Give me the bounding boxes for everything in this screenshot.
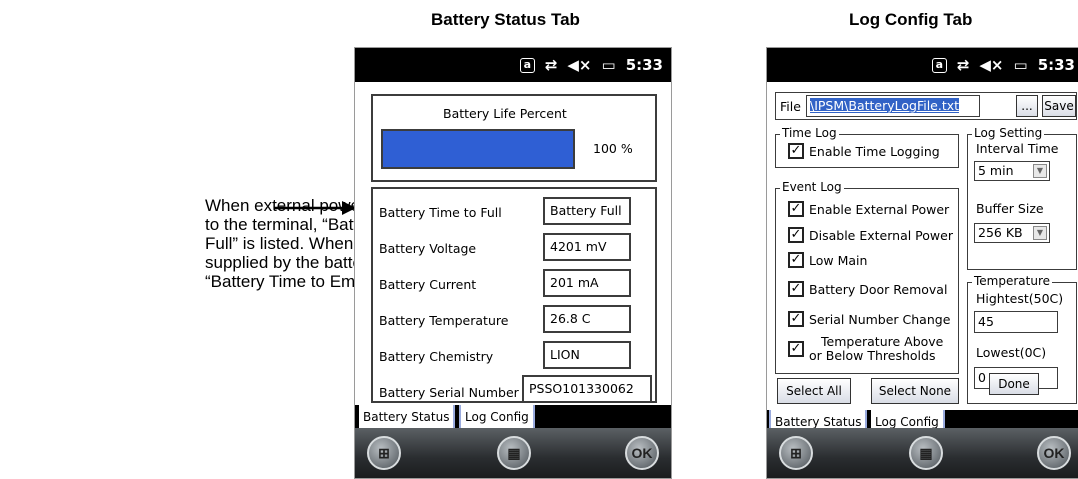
buffer-size-select[interactable]: 256 KB ▼ xyxy=(974,223,1050,243)
serial-number-change-checkbox[interactable]: ✓ Serial Number Change xyxy=(788,311,950,327)
battery-life-label: Battery Life Percent xyxy=(443,106,567,121)
interval-time-value: 5 min xyxy=(978,163,1014,178)
row-value: 201 mA xyxy=(543,269,631,297)
row-label: Battery Current xyxy=(379,277,477,292)
row-value: PSSO101330062 xyxy=(522,375,652,403)
arrow-icon xyxy=(274,201,356,215)
log-setting-group: Log Setting Interval Time 5 min ▼ Buffer… xyxy=(967,126,1077,270)
taskbar: ⊞ ▦ OK xyxy=(767,428,1078,478)
checkbox-label-line: Temperature Above xyxy=(821,334,944,349)
checkbox-label: Battery Door Removal xyxy=(809,281,948,297)
checkmark-icon: ✓ xyxy=(788,341,804,357)
buffer-size-value: 256 KB xyxy=(978,225,1023,240)
done-button[interactable]: Done xyxy=(989,373,1039,395)
low-main-checkbox[interactable]: ✓ Low Main xyxy=(788,252,867,268)
lowest-label: Lowest(0C) xyxy=(976,345,1047,360)
keyboard-icon[interactable]: ▦ xyxy=(909,436,943,470)
row-label: Battery Chemistry xyxy=(379,349,494,364)
highest-input[interactable]: 45 xyxy=(974,311,1058,333)
row-value: 26.8 C xyxy=(543,305,631,333)
battery-life-panel: Battery Life Percent 100 % xyxy=(371,94,657,182)
status-bar: a ⇄ ◀× ▭ 5:33 xyxy=(355,48,671,82)
temperature-title: Temperature xyxy=(972,274,1053,288)
battery-status-screen: a ⇄ ◀× ▭ 5:33 Battery Life Percent 100 %… xyxy=(354,47,672,479)
windows-start-icon[interactable]: ⊞ xyxy=(367,436,401,470)
select-all-button[interactable]: Select All xyxy=(777,378,851,404)
row-label: Battery Temperature xyxy=(379,313,509,328)
battery-icon: ▭ xyxy=(1013,56,1028,74)
checkbox-label: Serial Number Change xyxy=(809,311,951,327)
file-path-input[interactable]: \IPSM\BatteryLogFile.txt xyxy=(806,95,980,117)
row-label: Battery Time to Full xyxy=(379,205,502,220)
ok-button[interactable]: OK xyxy=(1037,436,1071,470)
interval-time-select[interactable]: 5 min ▼ xyxy=(974,161,1050,181)
checkbox-label: Temperature Above or Below Thresholds xyxy=(809,335,943,363)
battery-icon: ▭ xyxy=(601,56,616,74)
status-bar: a ⇄ ◀× ▭ 5:33 xyxy=(767,48,1078,82)
time-log-title: Time Log xyxy=(780,126,839,140)
sync-icon: ⇄ xyxy=(544,56,558,74)
mute-icon: ◀× xyxy=(979,56,1004,74)
checkmark-icon: ✓ xyxy=(788,252,804,268)
enable-external-power-checkbox[interactable]: ✓ Enable External Power xyxy=(788,201,949,217)
log-config-tab-heading: Log Config Tab xyxy=(849,10,973,29)
row-label: Battery Voltage xyxy=(379,241,477,256)
highest-label: Hightest(50C) xyxy=(976,291,1064,306)
buffer-size-label: Buffer Size xyxy=(976,201,1044,216)
checkmark-icon: ✓ xyxy=(788,311,804,327)
sync-icon: ⇄ xyxy=(956,56,970,74)
checkbox-label: Enable Time Logging xyxy=(809,143,940,159)
battery-status-tab-heading: Battery Status Tab xyxy=(431,10,580,29)
chevron-down-icon: ▼ xyxy=(1033,226,1047,240)
a-icon: a xyxy=(519,57,535,73)
checkmark-icon: ✓ xyxy=(788,201,804,217)
row-label: Battery Serial Number xyxy=(379,385,519,400)
file-label: File xyxy=(780,99,801,114)
battery-life-bar-fill xyxy=(383,131,573,167)
windows-start-icon[interactable]: ⊞ xyxy=(779,436,813,470)
battery-life-value: 100 % xyxy=(593,141,633,156)
clock-time: 5:33 xyxy=(625,56,663,74)
checkmark-icon: ✓ xyxy=(788,143,804,159)
interval-time-label: Interval Time xyxy=(976,141,1059,156)
disable-external-power-checkbox[interactable]: ✓ Disable External Power xyxy=(788,227,953,243)
battery-details-panel: Battery Time to Full Battery Full Batter… xyxy=(371,187,657,403)
log-config-screen: a ⇄ ◀× ▭ 5:33 File \IPSM\BatteryLogFile.… xyxy=(766,47,1078,479)
checkmark-icon: ✓ xyxy=(788,281,804,297)
checkbox-label-line: or Below Thresholds xyxy=(809,348,936,363)
event-log-title: Event Log xyxy=(780,180,844,194)
chevron-down-icon: ▼ xyxy=(1033,164,1047,178)
browse-button[interactable]: ... xyxy=(1016,95,1038,117)
checkmark-icon: ✓ xyxy=(788,227,804,243)
row-value: 4201 mV xyxy=(543,233,631,261)
checkbox-label: Enable External Power xyxy=(809,201,950,217)
tab-battery-status[interactable]: Battery Status xyxy=(359,405,456,429)
temperature-threshold-checkbox[interactable]: ✓ Temperature Above or Below Thresholds xyxy=(788,335,943,363)
select-none-button[interactable]: Select None xyxy=(871,378,959,404)
tab-log-config[interactable]: Log Config xyxy=(459,405,535,429)
enable-time-logging-checkbox[interactable]: ✓ Enable Time Logging xyxy=(788,143,940,159)
a-icon: a xyxy=(931,57,947,73)
clock-time: 5:33 xyxy=(1037,56,1075,74)
keyboard-icon[interactable]: ▦ xyxy=(497,436,531,470)
mute-icon: ◀× xyxy=(567,56,592,74)
battery-life-bar xyxy=(381,129,575,169)
log-setting-title: Log Setting xyxy=(972,126,1045,140)
battery-door-removal-checkbox[interactable]: ✓ Battery Door Removal xyxy=(788,281,947,297)
time-log-group: Time Log ✓ Enable Time Logging xyxy=(775,126,959,168)
file-path-value: \IPSM\BatteryLogFile.txt xyxy=(810,98,960,113)
file-row: File \IPSM\BatteryLogFile.txt ... Save xyxy=(775,92,1077,120)
save-button[interactable]: Save xyxy=(1042,95,1076,117)
ok-button[interactable]: OK xyxy=(625,436,659,470)
checkbox-label: Disable External Power xyxy=(809,227,953,243)
checkbox-label: Low Main xyxy=(809,252,868,268)
event-log-group: Event Log ✓ Enable External Power ✓ Disabl… xyxy=(775,180,959,374)
row-value: LION xyxy=(543,341,631,369)
taskbar: ⊞ ▦ OK xyxy=(355,428,671,478)
row-value: Battery Full xyxy=(543,197,631,225)
